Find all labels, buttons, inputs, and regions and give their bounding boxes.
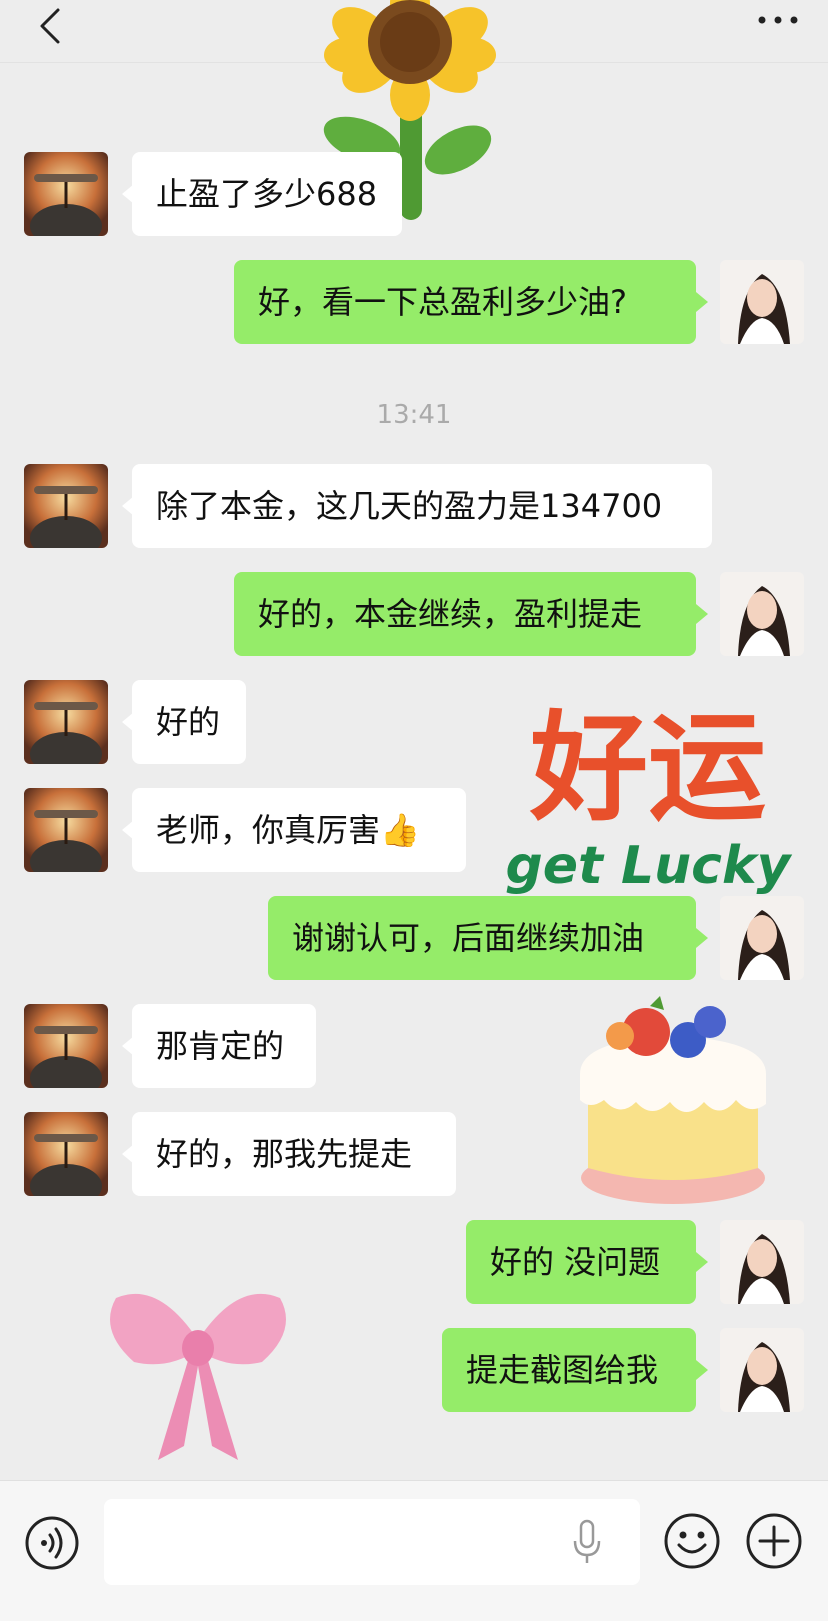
contact-avatar[interactable] (24, 1112, 108, 1196)
outgoing-message-bubble[interactable]: 谢谢认可，后面继续加油 (268, 896, 708, 980)
user-avatar[interactable] (720, 572, 804, 656)
chevron-left-icon[interactable] (34, 6, 74, 46)
cake-sticker[interactable] (568, 992, 778, 1212)
outgoing-message-bubble[interactable]: 好，看一下总盈利多少油? (234, 260, 708, 344)
contact-avatar[interactable] (24, 1004, 108, 1088)
user-avatar[interactable] (720, 1220, 804, 1304)
contact-avatar[interactable] (24, 152, 108, 236)
contact-avatar[interactable] (24, 680, 108, 764)
incoming-message-bubble[interactable]: 好的，那我先提走 (122, 1112, 456, 1196)
incoming-message-bubble[interactable]: 那肯定的 (122, 1004, 316, 1088)
outgoing-message-bubble[interactable]: 好的，本金继续，盈利提走 (234, 572, 708, 656)
user-avatar[interactable] (720, 896, 804, 980)
plus-icon[interactable] (744, 1511, 804, 1571)
user-avatar[interactable] (720, 1328, 804, 1412)
input-bar (0, 1480, 828, 1621)
outgoing-message-bubble[interactable]: 好的 没问题 (466, 1220, 708, 1304)
contact-avatar[interactable] (24, 788, 108, 872)
lucky-big-text: 好运 (529, 699, 766, 837)
good-luck-sticker[interactable]: 好运 get Lucky (488, 699, 808, 912)
incoming-message-bubble[interactable]: 止盈了多少688 (122, 152, 402, 236)
timestamp: 13:41 (376, 400, 452, 430)
emoji-icon[interactable] (662, 1511, 722, 1571)
user-avatar[interactable] (720, 260, 804, 344)
more-dots-icon[interactable] (756, 8, 800, 32)
pink-bow-sticker[interactable] (98, 1270, 298, 1470)
incoming-message-bubble[interactable]: 老师，你真厉害👍 (122, 788, 466, 872)
incoming-message-bubble[interactable]: 好的 (122, 680, 246, 764)
voice-icon[interactable] (24, 1515, 80, 1571)
incoming-message-bubble[interactable]: 除了本金，这几天的盈力是134700 (122, 464, 712, 548)
outgoing-message-bubble[interactable]: 提走截图给我 (442, 1328, 708, 1412)
message-input[interactable] (104, 1499, 640, 1585)
contact-avatar[interactable] (24, 464, 108, 548)
lucky-small-text: get Lucky (505, 836, 791, 896)
microphone-icon[interactable] (572, 1519, 602, 1565)
